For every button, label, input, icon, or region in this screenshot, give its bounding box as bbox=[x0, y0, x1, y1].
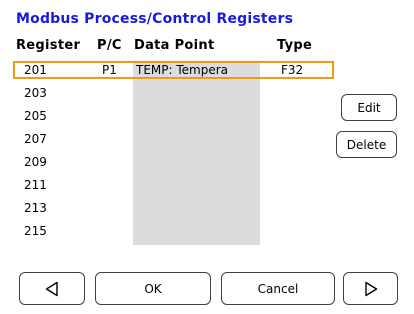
row-register: 207 bbox=[24, 132, 47, 146]
header-register: Register bbox=[16, 38, 81, 53]
delete-button[interactable]: Delete bbox=[336, 131, 397, 158]
selected-row-highlight bbox=[13, 61, 334, 79]
data-point-column-shade bbox=[133, 61, 260, 245]
triangle-left-icon bbox=[44, 281, 60, 297]
next-button[interactable] bbox=[343, 272, 398, 305]
dialog-title: Modbus Process/Control Registers bbox=[16, 11, 294, 27]
edit-button-label: Edit bbox=[357, 100, 381, 115]
cancel-button[interactable]: Cancel bbox=[221, 272, 335, 305]
header-data-point: Data Point bbox=[134, 38, 215, 53]
triangle-right-icon bbox=[363, 281, 379, 297]
edit-button[interactable]: Edit bbox=[341, 94, 397, 121]
row-register: 209 bbox=[24, 155, 47, 169]
row-register: 211 bbox=[24, 178, 47, 192]
header-pc: P/C bbox=[97, 38, 122, 53]
row-register: 203 bbox=[24, 86, 47, 100]
delete-button-label: Delete bbox=[346, 137, 387, 152]
ok-button[interactable]: OK bbox=[95, 272, 211, 305]
cancel-button-label: Cancel bbox=[257, 281, 299, 296]
header-type: Type bbox=[277, 38, 313, 53]
row-register: 215 bbox=[24, 224, 47, 238]
row-register: 213 bbox=[24, 201, 47, 215]
row-register: 205 bbox=[24, 109, 47, 123]
ok-button-label: OK bbox=[144, 281, 162, 296]
previous-button[interactable] bbox=[19, 272, 85, 305]
